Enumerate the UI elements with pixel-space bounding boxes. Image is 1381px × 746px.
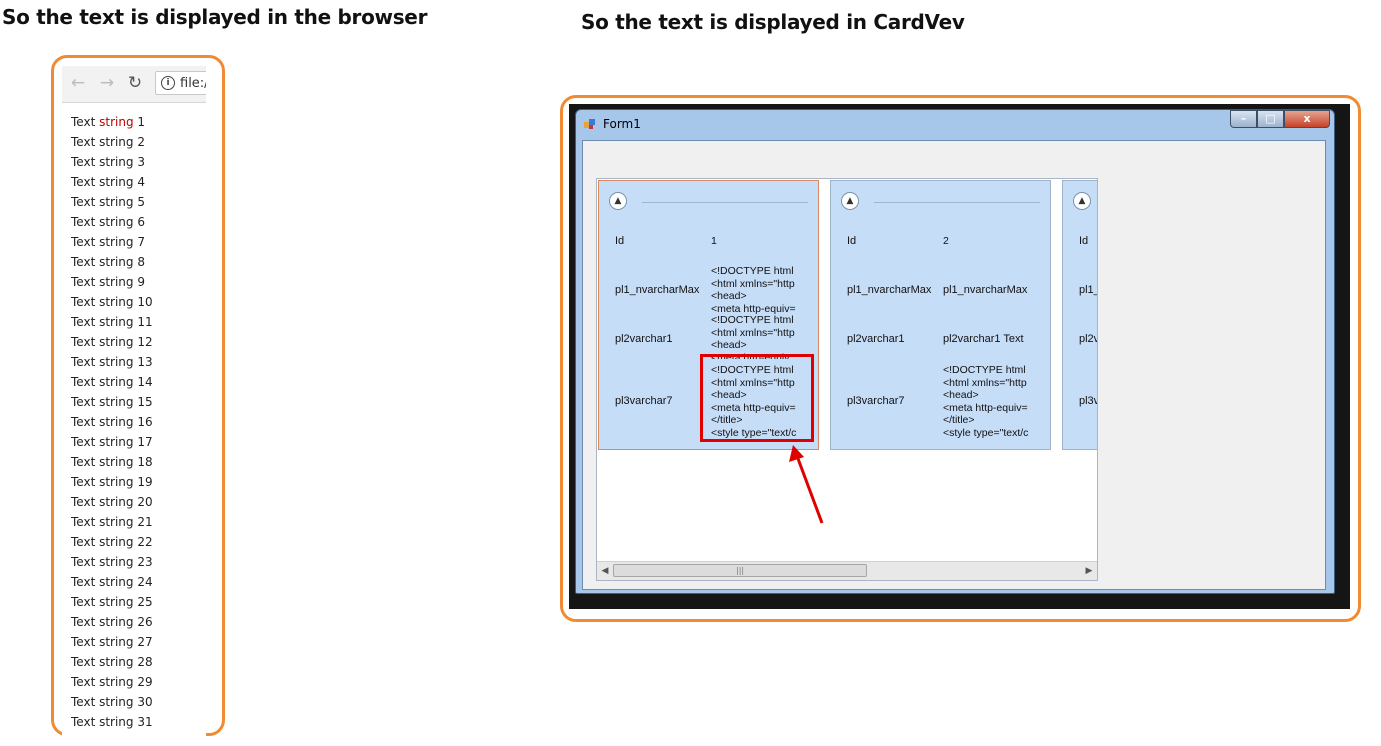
text-line: Text string 10 (71, 295, 153, 309)
field-label: Id (847, 235, 857, 247)
card-header-line (642, 202, 808, 203)
grip-icon: ||| (736, 566, 745, 575)
browser-window: ← → ↻ i file:/ Text string 1 Text string… (62, 66, 206, 736)
scroll-right-icon[interactable]: ▶ (1083, 565, 1095, 577)
field-label: pl1_ (1079, 284, 1098, 296)
field-label: pl1_nvarcharMax (847, 284, 932, 296)
text-line: Text string 11 (71, 315, 153, 329)
text-line: Text string 30 (71, 695, 153, 709)
info-icon[interactable]: i (161, 76, 175, 90)
text-line: Text string 1 (71, 112, 153, 132)
field-label: pl2v (1079, 333, 1098, 345)
text-line: Text string 3 (71, 155, 145, 169)
address-text: file:/ (180, 76, 206, 91)
text-line: Text string 9 (71, 275, 145, 289)
field-value[interactable]: <!DOCTYPE html <html xmlns="http <head> … (943, 364, 1028, 439)
form-window: Form1 – □ x ▲ Id 1 pl1_nvarcharMax <!DOC… (575, 109, 1335, 594)
browser-toolbar: ← → ↻ i file:/ (62, 66, 206, 103)
text-line: Text string 23 (71, 555, 153, 569)
text-line: Text string 2 (71, 135, 145, 149)
text-word: Text (71, 115, 96, 129)
field-value[interactable]: <!DOCTYPE html <html xmlns="http <head> … (711, 314, 795, 359)
text-line: Text string 18 (71, 455, 153, 469)
close-button[interactable]: x (1284, 110, 1330, 128)
text-line: Text string 14 (71, 375, 153, 389)
field-label: pl1_nvarcharMax (615, 284, 700, 296)
horizontal-scrollbar[interactable]: ◀ ||| ▶ (597, 561, 1097, 580)
text-line: Text string 21 (71, 515, 153, 529)
address-bar[interactable]: i file:/ (155, 71, 206, 95)
highlight-box (700, 354, 814, 442)
collapse-chevron-up-icon[interactable]: ▲ (841, 192, 859, 210)
text-line: Text string 4 (71, 175, 145, 189)
card-3[interactable]: ▲ Id pl1_ pl2v pl3v (1062, 180, 1098, 450)
card-view[interactable]: ▲ Id 1 pl1_nvarcharMax <!DOCTYPE html <h… (596, 178, 1098, 581)
text-line: Text string 29 (71, 675, 153, 689)
text-line: Text string 26 (71, 615, 153, 629)
text-line: Text string 27 (71, 635, 153, 649)
field-value[interactable]: 2 (943, 235, 949, 248)
field-label: pl2varchar1 (615, 333, 673, 345)
text-line: Text string 13 (71, 355, 153, 369)
text-line: Text string 31 (71, 715, 153, 729)
reload-icon[interactable]: ↻ (125, 73, 145, 93)
cardview-heading: So the text is displayed in CardVev (581, 10, 965, 34)
text-line: Text string 22 (71, 535, 153, 549)
back-icon[interactable]: ← (68, 73, 88, 93)
text-line: Text string 28 (71, 655, 153, 669)
form-client-area: ▲ Id 1 pl1_nvarcharMax <!DOCTYPE html <h… (582, 140, 1326, 590)
text-line: Text string 6 (71, 215, 145, 229)
field-label: pl3varchar7 (847, 395, 905, 407)
text-line: Text string 17 (71, 435, 153, 449)
field-value[interactable]: 1 (711, 235, 717, 248)
field-label: pl2varchar1 (847, 333, 905, 345)
text-lines: Text string 1 Text string 2 Text string 3… (71, 112, 153, 732)
card-header-line (874, 202, 1040, 203)
field-label: pl3varchar7 (615, 395, 673, 407)
title-bar[interactable]: Form1 – □ x (576, 110, 1334, 138)
field-value[interactable]: <!DOCTYPE html <html xmlns="http <head> … (711, 265, 796, 315)
text-line: Text string 20 (71, 495, 153, 509)
field-value[interactable]: pl1_nvarcharMax (943, 284, 1027, 297)
text-line: Text string 7 (71, 235, 145, 249)
text-line: Text string 8 (71, 255, 145, 269)
collapse-chevron-up-icon[interactable]: ▲ (1073, 192, 1091, 210)
highlighted-word: string (99, 115, 134, 129)
text-line: Text string 19 (71, 475, 153, 489)
field-value[interactable]: pl2varchar1 Text (943, 333, 1024, 346)
card-2[interactable]: ▲ Id 2 pl1_nvarcharMax pl1_nvarcharMax p… (830, 180, 1051, 450)
text-number: 1 (137, 115, 146, 129)
red-arrow-icon (789, 445, 824, 524)
field-label: pl3v (1079, 395, 1098, 407)
form-title: Form1 (603, 117, 641, 131)
scroll-left-icon[interactable]: ◀ (599, 565, 611, 577)
collapse-chevron-up-icon[interactable]: ▲ (609, 192, 627, 210)
text-line: Text string 25 (71, 595, 153, 609)
text-line: Text string 5 (71, 195, 145, 209)
scrollbar-thumb[interactable]: ||| (613, 564, 867, 577)
text-line: Text string 16 (71, 415, 153, 429)
forward-icon[interactable]: → (97, 73, 117, 93)
minimize-button[interactable]: – (1230, 110, 1257, 128)
text-line: Text string 12 (71, 335, 153, 349)
text-line: Text string 24 (71, 575, 153, 589)
form-icon (584, 119, 595, 129)
field-label: Id (1079, 235, 1089, 247)
field-label: Id (615, 235, 625, 247)
text-line: Text string 15 (71, 395, 153, 409)
browser-heading: So the text is displayed in the browser (2, 5, 428, 29)
maximize-button[interactable]: □ (1257, 110, 1284, 128)
